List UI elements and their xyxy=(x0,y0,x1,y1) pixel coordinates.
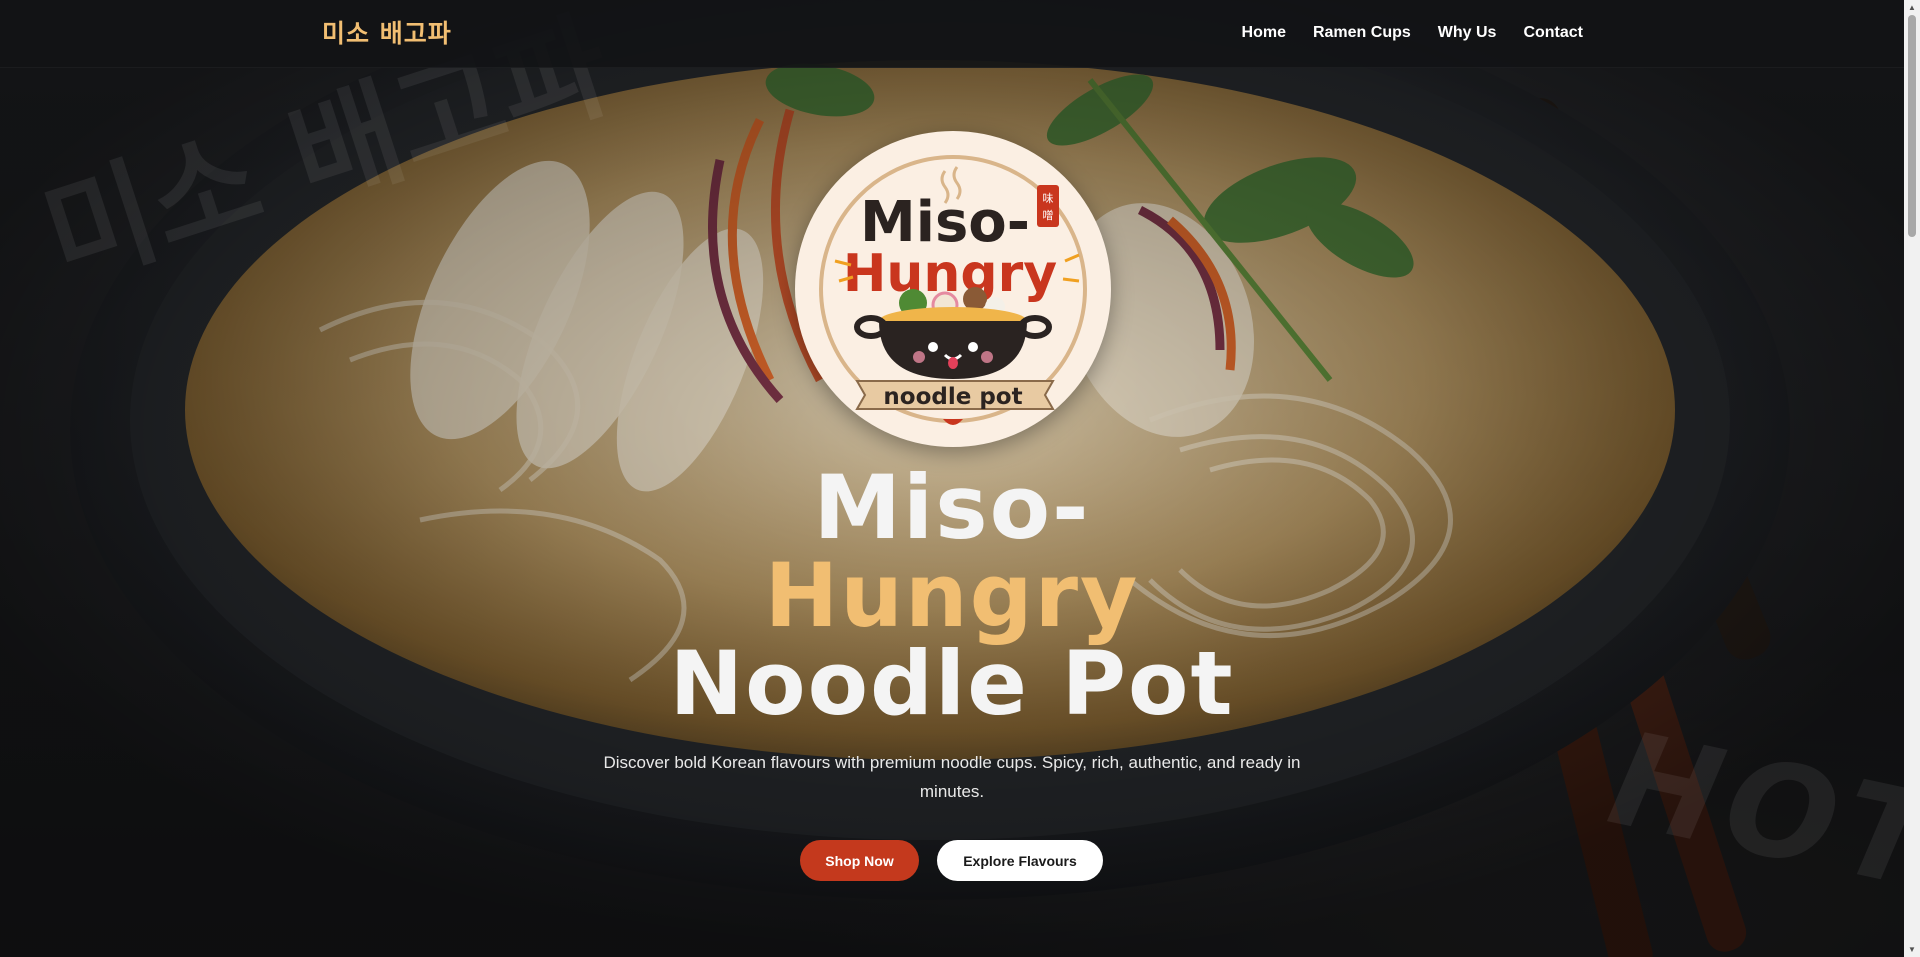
noodle-pot-logo-icon: Miso- Hungry 味 噌 noodle pot xyxy=(819,155,1087,425)
logo-ribbon-text: noodle pot xyxy=(883,384,1022,410)
hero-subtitle: Discover bold Korean flavours with premi… xyxy=(603,753,1301,801)
shop-now-button[interactable]: Shop Now xyxy=(800,840,919,881)
chevron-up-icon[interactable]: ▲ xyxy=(1904,0,1920,15)
chevron-down-icon[interactable]: ▼ xyxy=(1904,942,1920,957)
nav-link-home[interactable]: Home xyxy=(1242,24,1286,42)
hero-title-line-1: Miso- xyxy=(813,456,1091,559)
logo-stamp-bottom: 噌 xyxy=(1043,209,1054,222)
explore-flavours-button[interactable]: Explore Flavours xyxy=(937,840,1103,881)
logo-stamp-top: 味 xyxy=(1043,192,1054,205)
vertical-scrollbar[interactable]: ▲ ▼ xyxy=(1904,0,1920,957)
nav-link-ramen-cups[interactable]: Ramen Cups xyxy=(1313,24,1411,42)
hero-title-line-3: Noodle Pot xyxy=(669,632,1235,735)
brand-logo-text[interactable]: 미소 배고파 xyxy=(322,14,452,50)
nav-link-why-us[interactable]: Why Us xyxy=(1438,24,1497,42)
hero-title: Miso- Hungry Noodle Pot xyxy=(0,464,1904,728)
top-navbar: 미소 배고파 Home Ramen Cups Why Us Contact xyxy=(0,0,1904,68)
logo-badge: Miso- Hungry 味 噌 noodle pot xyxy=(795,131,1111,447)
hero-cta-group: Shop Now Explore Flavours xyxy=(800,840,1103,881)
hero-title-line-2: Hungry xyxy=(764,544,1140,647)
scrollbar-thumb[interactable] xyxy=(1908,15,1916,237)
nav-link-contact[interactable]: Contact xyxy=(1523,24,1583,42)
nav-links: Home Ramen Cups Why Us Contact xyxy=(1242,24,1583,42)
